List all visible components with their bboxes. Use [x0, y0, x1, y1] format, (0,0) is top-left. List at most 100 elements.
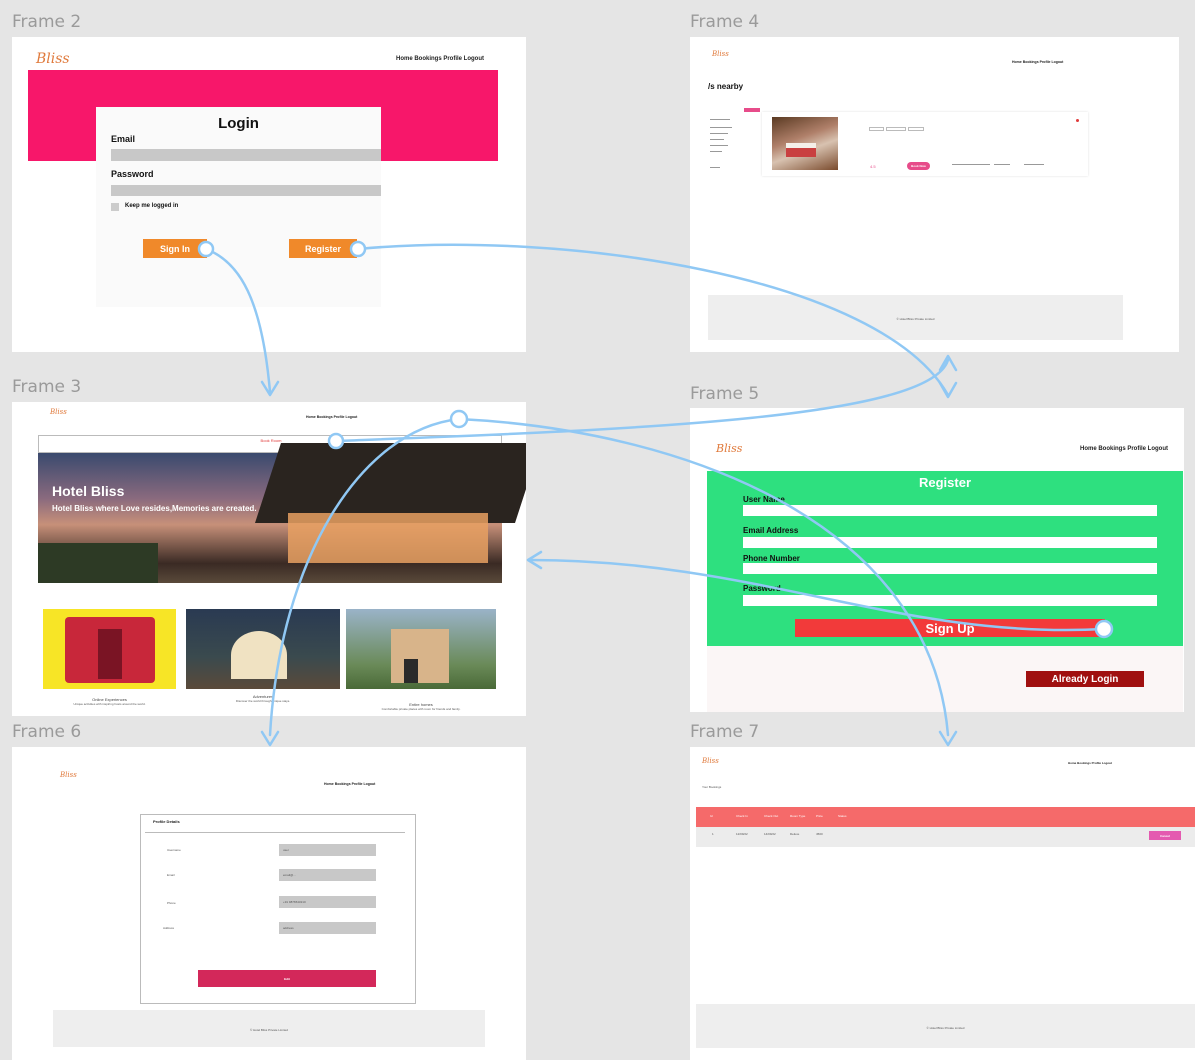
- bookings-heading: Your Bookings: [702, 785, 722, 789]
- profile-field-4[interactable]: address: [279, 922, 376, 934]
- signin-button[interactable]: Sign In: [143, 239, 207, 258]
- email-label: Email Address: [743, 526, 799, 535]
- profile-label-3: Phone: [167, 901, 176, 905]
- cancel-booking-button[interactable]: Cancel: [1149, 831, 1181, 840]
- keep-logged-checkbox[interactable]: [111, 203, 119, 211]
- brand-logo[interactable]: Bliss: [716, 442, 742, 455]
- register-panel: Register User Name Email Address Phone N…: [707, 471, 1183, 646]
- card-image-2[interactable]: [186, 609, 340, 689]
- username-label: User Name: [743, 495, 785, 504]
- frame-7-bookings: Bliss Home Bookings Profile Logout Your …: [690, 747, 1195, 1060]
- top-nav[interactable]: Home Bookings Profile Logout: [1012, 60, 1063, 64]
- card-3-text: Entire homes Comfortable private places …: [346, 702, 496, 711]
- profile-card: Profile Details Username user Email emai…: [140, 814, 416, 1004]
- frame-3-label: Frame 3: [12, 377, 82, 397]
- footer-text: © Hotel Bliss Private Limited: [926, 1026, 965, 1030]
- row-id: 1: [712, 832, 714, 836]
- email-label: Email: [111, 134, 136, 144]
- row-roomtype: Deluxe: [790, 832, 800, 836]
- frame-2-label: Frame 2: [12, 12, 82, 32]
- frame-6-label: Frame 6: [12, 722, 82, 742]
- profile-card-title: Profile Details: [153, 819, 180, 824]
- row-price: 4500: [816, 832, 823, 836]
- profile-value-3: +91 9876543210: [283, 900, 306, 904]
- footer-text: © Hotel Bliss Private Limited: [250, 1028, 288, 1032]
- bookings-table-header: Id Check In Check Out Room Type Price St…: [696, 807, 1195, 827]
- profile-field-2[interactable]: email@...: [279, 869, 376, 881]
- profile-value-2: email@...: [283, 873, 296, 877]
- brand-logo[interactable]: Bliss: [50, 408, 67, 416]
- top-nav[interactable]: Home Bookings Profile Logout: [306, 415, 357, 419]
- bookings-table-row: 1 12/09/22 14/09/22 Deluxe 4500 Cancel: [696, 827, 1195, 847]
- top-nav[interactable]: Home Bookings Profile Logout: [1068, 761, 1112, 765]
- username-field[interactable]: [743, 505, 1157, 516]
- card-image-3[interactable]: [346, 609, 496, 689]
- card-2-text: Adventures Discover the world through un…: [186, 694, 340, 703]
- filter-button[interactable]: [744, 108, 760, 112]
- password-field[interactable]: [111, 185, 381, 196]
- already-login-button[interactable]: Already Login: [1026, 671, 1144, 687]
- arrowhead-signup: [526, 550, 543, 570]
- profile-label-2: Email: [167, 873, 175, 877]
- card-1-text: Online Experiences Unique activities wit…: [43, 697, 176, 706]
- arrowhead-profile: [260, 730, 280, 747]
- login-card: Login Email Password Keep me logged in: [96, 107, 381, 307]
- email-field[interactable]: [743, 537, 1157, 548]
- frame-2-login: Bliss Home Bookings Profile Logout Login…: [12, 37, 526, 352]
- footer: © Hotel Bliss Private Limited: [696, 1004, 1195, 1048]
- brand-logo[interactable]: Bliss: [60, 771, 77, 779]
- keep-logged-label: Keep me logged in: [125, 203, 179, 209]
- top-nav[interactable]: Home Bookings Profile Logout: [396, 56, 484, 62]
- card-3-desc: Comfortable private places with room for…: [381, 707, 461, 711]
- brand-logo[interactable]: Bliss: [702, 757, 719, 765]
- login-title: Login: [218, 115, 259, 132]
- book-now-button[interactable]: Book Now: [907, 162, 930, 170]
- password-label: Password: [111, 169, 154, 179]
- frame-7-label: Frame 7: [690, 722, 760, 742]
- hero-title: Hotel Bliss: [52, 483, 125, 499]
- col-roomtype: Room Type: [790, 814, 806, 818]
- room-image: [772, 117, 838, 170]
- frame-4-label: Frame 4: [690, 12, 760, 32]
- col-id: Id: [710, 814, 713, 818]
- frame-3-home: Bliss Home Bookings Profile Logout Book …: [12, 402, 526, 716]
- arrowhead-register: [938, 381, 958, 399]
- profile-value-1: user: [283, 848, 289, 852]
- card-image-1[interactable]: [43, 609, 176, 689]
- footer: © Hotel Bliss Private Limited: [53, 1010, 485, 1047]
- row-checkin: 12/09/22: [736, 832, 748, 836]
- brand-logo[interactable]: Bliss: [712, 50, 729, 58]
- col-checkin: Check In: [736, 814, 748, 818]
- top-nav[interactable]: Home Bookings Profile Logout: [324, 782, 375, 786]
- frame-4-nearby: Bliss Home Bookings Profile Logout /s ne…: [690, 37, 1179, 352]
- password-field[interactable]: [743, 595, 1157, 606]
- row-checkout: 14/09/22: [764, 832, 776, 836]
- phone-field[interactable]: [743, 563, 1157, 574]
- register-button[interactable]: Register: [289, 239, 357, 258]
- profile-label-1: Username: [167, 848, 181, 852]
- footer: © Hotel Bliss Private Limited: [708, 295, 1123, 340]
- hero-image: Hotel Bliss Hotel Bliss where Love resid…: [38, 443, 526, 583]
- profile-value-4: address: [283, 926, 294, 930]
- profile-field-3[interactable]: +91 9876543210: [279, 896, 376, 908]
- filter-sidebar: [710, 117, 760, 177]
- password-label: Password: [743, 584, 781, 593]
- hotel-listing-card[interactable]: 4.5 Book Now: [762, 112, 1088, 176]
- save-profile-button[interactable]: Edit: [198, 970, 376, 987]
- nearby-heading: /s nearby: [708, 82, 744, 91]
- email-field[interactable]: [111, 149, 381, 161]
- rating: 4.5: [870, 164, 876, 169]
- card-1-desc: Unique activities with inspiring hosts a…: [73, 702, 146, 706]
- top-nav[interactable]: Home Bookings Profile Logout: [1080, 446, 1168, 452]
- brand-logo[interactable]: Bliss: [36, 51, 70, 67]
- favorite-icon[interactable]: [1076, 119, 1079, 122]
- col-checkout: Check Out: [764, 814, 779, 818]
- hero-subtitle: Hotel Bliss where Love resides,Memories …: [52, 504, 257, 513]
- signup-button[interactable]: Sign Up: [795, 619, 1105, 637]
- register-title: Register: [918, 475, 972, 490]
- arrowhead-home: [260, 380, 280, 397]
- frame-5-label: Frame 5: [690, 384, 760, 404]
- phone-label: Phone Number: [743, 554, 800, 563]
- arrowhead-nearby: [938, 354, 958, 372]
- profile-field-1[interactable]: user: [279, 844, 376, 856]
